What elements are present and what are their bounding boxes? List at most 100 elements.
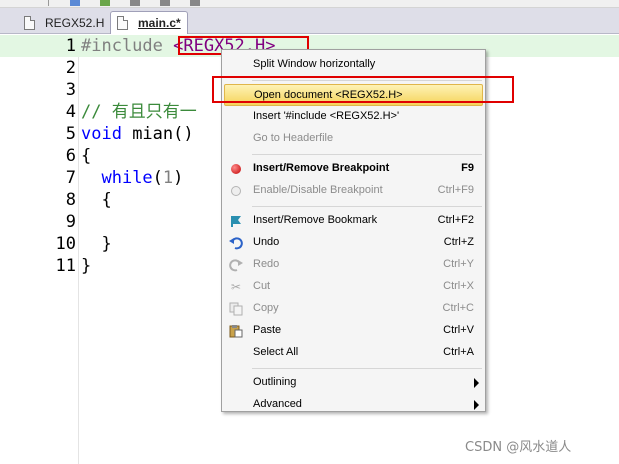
- menu-item-insert-remove-bookmark[interactable]: Insert/Remove Bookmark Ctrl+F2: [224, 210, 483, 232]
- paste-icon: [229, 324, 243, 338]
- line-number: 6: [65, 146, 76, 166]
- menu-item-label: Cut: [253, 280, 271, 292]
- menu-item-redo: Redo Ctrl+Y: [224, 254, 483, 276]
- undo-icon: [229, 236, 243, 250]
- code-token: while: [101, 168, 153, 188]
- document-icon: [24, 15, 35, 30]
- code-token: (: [152, 168, 163, 188]
- code-token: {: [81, 146, 92, 166]
- line-number: 9: [65, 212, 76, 232]
- menu-item-label: Advanced: [253, 398, 302, 410]
- code-token: ): [173, 168, 184, 188]
- menu-item-shortcut: Ctrl+A: [443, 346, 474, 358]
- context-menu: Split Window horizontally Open document <…: [221, 49, 486, 412]
- menu-item-shortcut: Ctrl+Z: [443, 236, 474, 248]
- menu-item-outlining[interactable]: Outlining: [224, 372, 483, 394]
- menu-separator: [252, 154, 482, 155]
- menu-item-shortcut: Ctrl+V: [443, 324, 474, 336]
- code-token: void: [81, 124, 122, 144]
- tab-label: main.c*: [138, 16, 181, 30]
- menu-separator: [252, 368, 482, 369]
- toolbar-button-icon[interactable]: [70, 0, 80, 6]
- tab-main-c[interactable]: main.c*: [110, 11, 188, 34]
- menu-item-undo[interactable]: Undo Ctrl+Z: [224, 232, 483, 254]
- menu-item-label: Insert/Remove Breakpoint: [253, 162, 390, 174]
- menu-item-paste[interactable]: Paste Ctrl+V: [224, 320, 483, 342]
- line-number: 7: [65, 168, 76, 188]
- line-number: 4: [65, 102, 76, 122]
- menu-item-enable-disable-breakpoint: Enable/Disable Breakpoint Ctrl+F9: [224, 180, 483, 202]
- toolbar-strip: [0, 0, 619, 8]
- tab-label: REGX52.H: [45, 15, 105, 30]
- submenu-arrow-icon: [474, 400, 479, 410]
- document-icon: [117, 16, 128, 30]
- watermark: CSDN @风水道人: [465, 440, 572, 455]
- menu-item-open-document-regx52-h[interactable]: Open document <REGX52.H>: [224, 84, 483, 106]
- menu-item-label: Paste: [253, 324, 282, 336]
- code-token: 1: [162, 168, 174, 188]
- menu-item-label: Go to Headerfile: [253, 132, 334, 144]
- menu-item-shortcut: F9: [461, 162, 474, 174]
- bookmark-icon: [229, 214, 243, 228]
- menu-item-cut: ✂ Cut Ctrl+X: [224, 276, 483, 298]
- menu-item-shortcut: Ctrl+F9: [437, 184, 474, 196]
- code-text: while(1): [81, 167, 183, 189]
- menu-item-go-to-headerfile: Go to Headerfile: [224, 128, 483, 150]
- menu-item-label: Select All: [253, 346, 299, 358]
- menu-item-label: Insert '#include <REGX52.H>': [253, 110, 400, 122]
- breakpoint-disabled-icon: [229, 184, 243, 198]
- code-token: mian(): [121, 124, 194, 144]
- menu-item-copy: Copy Ctrl+C: [224, 298, 483, 320]
- menu-item-select-all[interactable]: Select All Ctrl+A: [224, 342, 483, 364]
- code-token: {: [81, 190, 112, 210]
- code-token: // 有且只有一: [81, 102, 197, 122]
- code-token: #include: [81, 36, 174, 56]
- menu-item-label: Split Window horizontally: [253, 58, 376, 70]
- code-text: }: [81, 233, 112, 255]
- code-text: // 有且只有一: [81, 101, 197, 123]
- toolbar-button-icon[interactable]: [100, 0, 110, 6]
- menu-item-shortcut: Ctrl+F2: [437, 214, 474, 226]
- line-number: 2: [65, 58, 76, 78]
- code-text: {: [81, 145, 91, 167]
- menu-item-label: Insert/Remove Bookmark: [253, 214, 378, 226]
- menu-separator: [252, 80, 482, 81]
- menu-item-label: Enable/Disable Breakpoint: [253, 184, 383, 196]
- line-number: 3: [65, 80, 76, 100]
- menu-separator: [252, 206, 482, 207]
- toolbar-button-icon[interactable]: [160, 0, 170, 6]
- menu-item-label: Undo: [253, 236, 280, 248]
- menu-item-label: Redo: [253, 258, 280, 270]
- line-number: 5: [65, 124, 76, 144]
- editor-tab-bar: REGX52.H main.c*: [0, 8, 619, 34]
- line-number: 11: [55, 256, 76, 276]
- menu-item-insert-include-regx52-h[interactable]: Insert '#include <REGX52.H>': [224, 106, 483, 128]
- menu-item-label: Outlining: [253, 376, 297, 388]
- line-number: 1: [65, 36, 76, 56]
- menu-item-split-window-horizontally[interactable]: Split Window horizontally: [224, 54, 483, 76]
- code-text: void mian(): [81, 123, 194, 145]
- cut-icon: ✂: [230, 280, 242, 294]
- menu-item-shortcut: Ctrl+C: [442, 302, 474, 314]
- menu-item-label: Copy: [253, 302, 279, 314]
- line-number: 10: [55, 234, 76, 254]
- menu-item-advanced[interactable]: Advanced: [224, 394, 483, 416]
- toolbar-separator: [48, 0, 58, 6]
- line-number: 8: [65, 190, 76, 210]
- submenu-arrow-icon: [474, 378, 479, 388]
- breakpoint-icon: [229, 162, 243, 176]
- menu-item-label: Open document <REGX52.H>: [254, 89, 403, 101]
- menu-item-shortcut: Ctrl+Y: [443, 258, 474, 270]
- menu-item-shortcut: Ctrl+X: [443, 280, 474, 292]
- code-token: }: [81, 256, 92, 276]
- toolbar-button-icon[interactable]: [130, 0, 140, 6]
- code-text: {: [81, 189, 112, 211]
- tab-regx52-h[interactable]: REGX52.H: [18, 11, 106, 34]
- copy-icon: [229, 302, 243, 316]
- code-text: }: [81, 255, 91, 277]
- code-token: }: [81, 234, 112, 254]
- redo-icon: [229, 258, 243, 272]
- menu-item-insert-remove-breakpoint[interactable]: Insert/Remove Breakpoint F9: [224, 158, 483, 180]
- toolbar-button-icon[interactable]: [190, 0, 200, 6]
